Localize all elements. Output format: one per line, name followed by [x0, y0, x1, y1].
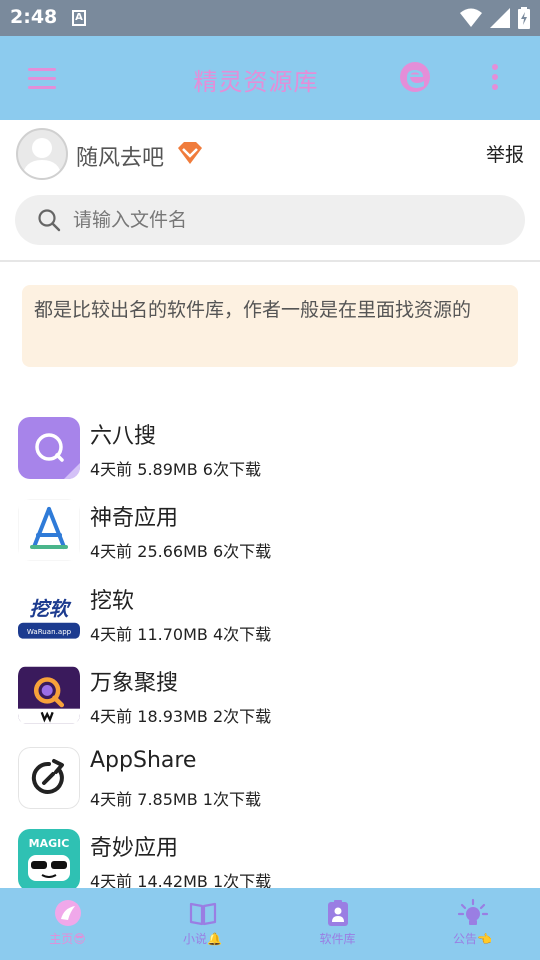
username: 随风去吧	[76, 146, 165, 171]
report-link[interactable]: 举报	[486, 140, 524, 167]
book-icon	[189, 902, 216, 926]
waruan-icon-text: 挖软	[30, 597, 72, 620]
wifi-icon	[460, 8, 482, 27]
list-item[interactable]: 神奇应用 4天前 25.66MB 6次下载	[0, 490, 540, 572]
status-bar: 2:48 A	[0, 0, 540, 36]
nav-home[interactable]: 主页😎	[0, 888, 135, 960]
file-meta: 4天前 18.93MB 2次下载	[90, 707, 272, 727]
status-icons	[460, 7, 530, 29]
search-input[interactable]	[73, 195, 503, 245]
nav-home-label: 主页😎	[49, 932, 86, 946]
file-name: 奇妙应用	[90, 835, 179, 861]
file-meta: 4天前 5.89MB 6次下载	[90, 460, 261, 479]
home-icon	[54, 900, 81, 926]
announcement-icon	[457, 898, 488, 925]
accessibility-icon: A	[72, 10, 86, 26]
file-meta: 4天前 7.85MB 1次下载	[90, 789, 261, 809]
software-library-icon	[327, 900, 348, 926]
nav-software-library[interactable]: 软件库	[270, 888, 405, 960]
signal-icon	[490, 8, 510, 28]
more-options-icon[interactable]	[492, 64, 500, 92]
notice-banner: 都是比较出名的软件库，作者一般是在里面找资源的	[22, 285, 518, 367]
file-name: AppShare	[90, 747, 197, 773]
file-name: 六八搜	[90, 424, 157, 449]
search-bar[interactable]	[15, 195, 525, 245]
nav-announcement[interactable]: 公告👈	[405, 888, 540, 960]
app-bar: 精灵资源库	[0, 36, 540, 120]
vip-badge-icon	[178, 142, 202, 164]
wanxiang-search-icon	[18, 666, 80, 724]
nav-novel-label: 小说🔔	[183, 932, 222, 946]
divider	[0, 260, 540, 262]
list-item[interactable]: 六八搜 4天前 5.89MB 6次下载	[0, 408, 540, 490]
file-name: 挖软	[90, 588, 135, 614]
status-time: 2:48	[10, 6, 58, 28]
file-meta: 4天前 11.70MB 4次下载	[90, 624, 272, 644]
waruan-icon: 挖软 WaRuan.app	[18, 585, 80, 641]
browser-icon[interactable]	[398, 60, 432, 94]
page-title: 精灵资源库	[193, 68, 319, 96]
search-icon	[38, 209, 61, 232]
bottom-navigation: 主页😎 小说🔔 软件库 公告👈	[0, 888, 540, 960]
avatar[interactable]	[16, 128, 68, 180]
sixeight-search-icon	[18, 417, 80, 479]
qimiao-app-icon: MAGIC	[18, 828, 80, 891]
file-name: 神奇应用	[90, 506, 179, 532]
magic-app-icon	[18, 499, 80, 562]
avatar-placeholder-icon	[22, 138, 62, 178]
user-row: 随风去吧 举报	[0, 120, 540, 190]
file-name: 万象聚搜	[90, 671, 179, 697]
list-item[interactable]: 挖软 WaRuan.app 挖软 4天前 11.70MB 4次下载	[0, 573, 540, 655]
qimiao-icon-text: MAGIC	[29, 837, 70, 850]
waruan-icon-subtext: WaRuan.app	[27, 627, 72, 636]
nav-announcement-label: 公告👈	[453, 932, 492, 946]
nav-software-label: 软件库	[319, 932, 356, 946]
list-item[interactable]: AppShare 4天前 7.85MB 1次下载	[0, 738, 540, 820]
appshare-icon	[18, 746, 80, 809]
file-meta: 4天前 25.66MB 6次下载	[90, 542, 272, 562]
file-list: 六八搜 4天前 5.89MB 6次下载 神奇应用 4天前 25.66MB 6次下…	[0, 408, 540, 902]
nav-novel[interactable]: 小说🔔	[135, 888, 270, 960]
list-item[interactable]: 万象聚搜 4天前 18.93MB 2次下载	[0, 655, 540, 737]
battery-icon	[518, 7, 530, 29]
